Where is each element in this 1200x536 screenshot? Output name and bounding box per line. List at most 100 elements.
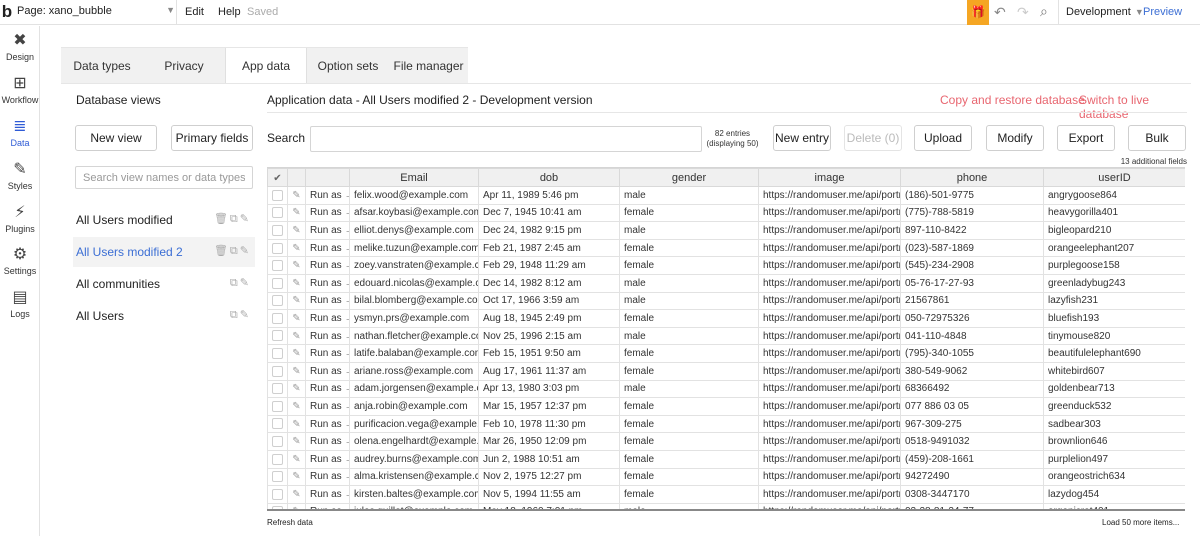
run-as-link[interactable]: Run as → — [305, 361, 350, 381]
cell-gender[interactable]: male — [619, 221, 759, 240]
cell-userid[interactable]: purplelion497 — [1043, 449, 1185, 469]
cell-gender[interactable]: male — [619, 502, 759, 509]
tab-app-data[interactable]: App data — [225, 48, 307, 84]
table-row[interactable]: ✎Run as →elliot.denys@example.comDec 24,… — [267, 221, 1185, 240]
cell-phone[interactable]: 897-110-8422 — [900, 221, 1044, 240]
run-as-link[interactable]: Run as → — [305, 186, 350, 205]
cell-image[interactable]: https://randomuser.me/api/portra — [758, 273, 901, 293]
cell-userid[interactable]: greenladybug243 — [1043, 273, 1185, 293]
cell-image[interactable]: https://randomuser.me/api/portra — [758, 467, 901, 487]
cell-dob[interactable]: Nov 25, 1996 2:15 am — [478, 326, 620, 346]
rail-plugins[interactable]: ⚡ Plugins — [0, 202, 40, 242]
export-button[interactable]: Export — [1057, 125, 1115, 151]
cell-image[interactable]: https://randomuser.me/api/portra — [758, 256, 901, 275]
run-as-link[interactable]: Run as → — [305, 273, 350, 293]
cell-userid[interactable]: whitebird607 — [1043, 361, 1185, 381]
column-header-image[interactable]: image — [758, 168, 901, 187]
table-row[interactable]: ✎Run as →adam.jorgensen@example.comApr 1… — [267, 379, 1185, 399]
pencil-icon[interactable]: ✎ — [287, 414, 306, 434]
cell-gender[interactable]: male — [619, 273, 759, 293]
run-as-link[interactable]: Run as → — [305, 432, 350, 451]
cell-email[interactable]: olena.engelhardt@example.com — [349, 432, 479, 451]
cell-userid[interactable]: tinymouse820 — [1043, 326, 1185, 346]
cell-dob[interactable]: Apr 13, 1980 3:03 pm — [478, 379, 620, 399]
table-row[interactable]: ✎Run as →kirsten.baltes@example.comNov 5… — [267, 485, 1185, 504]
cell-gender[interactable]: male — [619, 291, 759, 311]
refresh-data-link[interactable]: Refresh data — [267, 518, 313, 527]
pencil-icon[interactable]: ✎ — [287, 361, 306, 381]
cell-image[interactable]: https://randomuser.me/api/portra — [758, 344, 901, 363]
run-as-link[interactable]: Run as → — [305, 449, 350, 469]
row-checkbox[interactable] — [272, 189, 283, 201]
cell-userid[interactable]: purplegoose158 — [1043, 256, 1185, 275]
cell-dob[interactable]: Dec 14, 1982 8:12 am — [478, 273, 620, 293]
row-checkbox[interactable] — [272, 260, 283, 272]
pencil-icon[interactable]: ✎ — [287, 344, 306, 363]
cell-dob[interactable]: Oct 17, 1966 3:59 am — [478, 291, 620, 311]
cell-email[interactable]: nathan.fletcher@example.com — [349, 326, 479, 346]
cell-image[interactable]: https://randomuser.me/api/portra — [758, 502, 901, 509]
cell-image[interactable]: https://randomuser.me/api/portra — [758, 326, 901, 346]
row-checkbox[interactable] — [272, 488, 283, 500]
cell-image[interactable]: https://randomuser.me/api/portra — [758, 221, 901, 240]
cell-gender[interactable]: female — [619, 361, 759, 381]
redo-icon[interactable]: ↷ — [1017, 4, 1029, 21]
cell-phone[interactable]: 03-28-81-34-77 — [900, 502, 1044, 509]
cell-image[interactable]: https://randomuser.me/api/portra — [758, 379, 901, 399]
cell-dob[interactable]: Aug 18, 1945 2:49 pm — [478, 309, 620, 328]
pencil-icon[interactable]: ✎ — [287, 291, 306, 311]
cell-phone[interactable]: (023)-587-1869 — [900, 238, 1044, 258]
cell-dob[interactable]: Nov 5, 1994 11:55 am — [478, 485, 620, 504]
table-row[interactable]: ✎Run as →melike.tuzun@example.comFeb 21,… — [267, 238, 1185, 258]
tab-data-types[interactable]: Data types — [61, 48, 143, 84]
cell-dob[interactable]: Feb 15, 1951 9:50 am — [478, 344, 620, 363]
pencil-icon[interactable]: ✎ — [287, 449, 306, 469]
pencil-icon[interactable]: ✎ — [287, 379, 306, 399]
row-checkbox[interactable] — [272, 471, 283, 483]
column-header-gender[interactable]: gender — [619, 168, 759, 187]
cell-userid[interactable]: orangeostrich634 — [1043, 467, 1185, 487]
table-row[interactable]: ✎Run as →olena.engelhardt@example.comMar… — [267, 432, 1185, 451]
undo-icon[interactable]: ↶ — [994, 4, 1006, 21]
cell-email[interactable]: elliot.denys@example.com — [349, 221, 479, 240]
cell-userid[interactable]: brownlion646 — [1043, 432, 1185, 451]
table-row[interactable]: ✎Run as →ysmyn.prs@example.comAug 18, 19… — [267, 309, 1185, 328]
cell-phone[interactable]: (775)-788-5819 — [900, 203, 1044, 223]
run-as-link[interactable]: Run as → — [305, 256, 350, 275]
row-checkbox[interactable] — [272, 277, 283, 289]
row-checkbox[interactable] — [272, 224, 283, 236]
cell-userid[interactable]: heavygorilla401 — [1043, 203, 1185, 223]
tab-file-manager[interactable]: File manager — [389, 48, 468, 84]
cell-phone[interactable]: 380-549-9062 — [900, 361, 1044, 381]
cell-email[interactable]: latife.balaban@example.com — [349, 344, 479, 363]
cell-gender[interactable]: female — [619, 397, 759, 416]
pencil-icon[interactable]: ✎ — [240, 277, 251, 289]
run-as-link[interactable]: Run as → — [305, 397, 350, 416]
run-as-link[interactable]: Run as → — [305, 203, 350, 223]
run-as-link[interactable]: Run as → — [305, 309, 350, 328]
select-all-checkbox[interactable]: ✔ — [267, 168, 288, 187]
list-item[interactable]: All Users ⧉✎ — [73, 301, 255, 331]
column-header-dob[interactable]: dob — [478, 168, 620, 187]
run-as-link[interactable]: Run as → — [305, 379, 350, 399]
cell-dob[interactable]: Dec 24, 1982 9:15 pm — [478, 221, 620, 240]
cell-userid[interactable]: orangeelephant207 — [1043, 238, 1185, 258]
cell-gender[interactable]: female — [619, 414, 759, 434]
row-checkbox[interactable] — [272, 453, 283, 465]
environment-select[interactable]: Development ▼ — [1066, 6, 1144, 18]
row-checkbox[interactable] — [272, 436, 283, 448]
cell-dob[interactable]: Feb 21, 1987 2:45 am — [478, 238, 620, 258]
cell-userid[interactable]: bigleopard210 — [1043, 221, 1185, 240]
bulk-button[interactable]: Bulk — [1128, 125, 1186, 151]
cell-email[interactable]: edouard.nicolas@example.com — [349, 273, 479, 293]
cell-gender[interactable]: female — [619, 467, 759, 487]
row-checkbox[interactable] — [272, 383, 283, 395]
run-as-link[interactable]: Run as → — [305, 414, 350, 434]
cell-email[interactable]: purificacion.vega@example.com — [349, 414, 479, 434]
cell-phone[interactable]: 050-72975326 — [900, 309, 1044, 328]
cell-image[interactable]: https://randomuser.me/api/portra — [758, 238, 901, 258]
cell-userid[interactable]: sadbear303 — [1043, 414, 1185, 434]
pencil-icon[interactable]: ✎ — [240, 309, 251, 321]
cell-gender[interactable]: female — [619, 344, 759, 363]
pencil-icon[interactable]: ✎ — [287, 238, 306, 258]
